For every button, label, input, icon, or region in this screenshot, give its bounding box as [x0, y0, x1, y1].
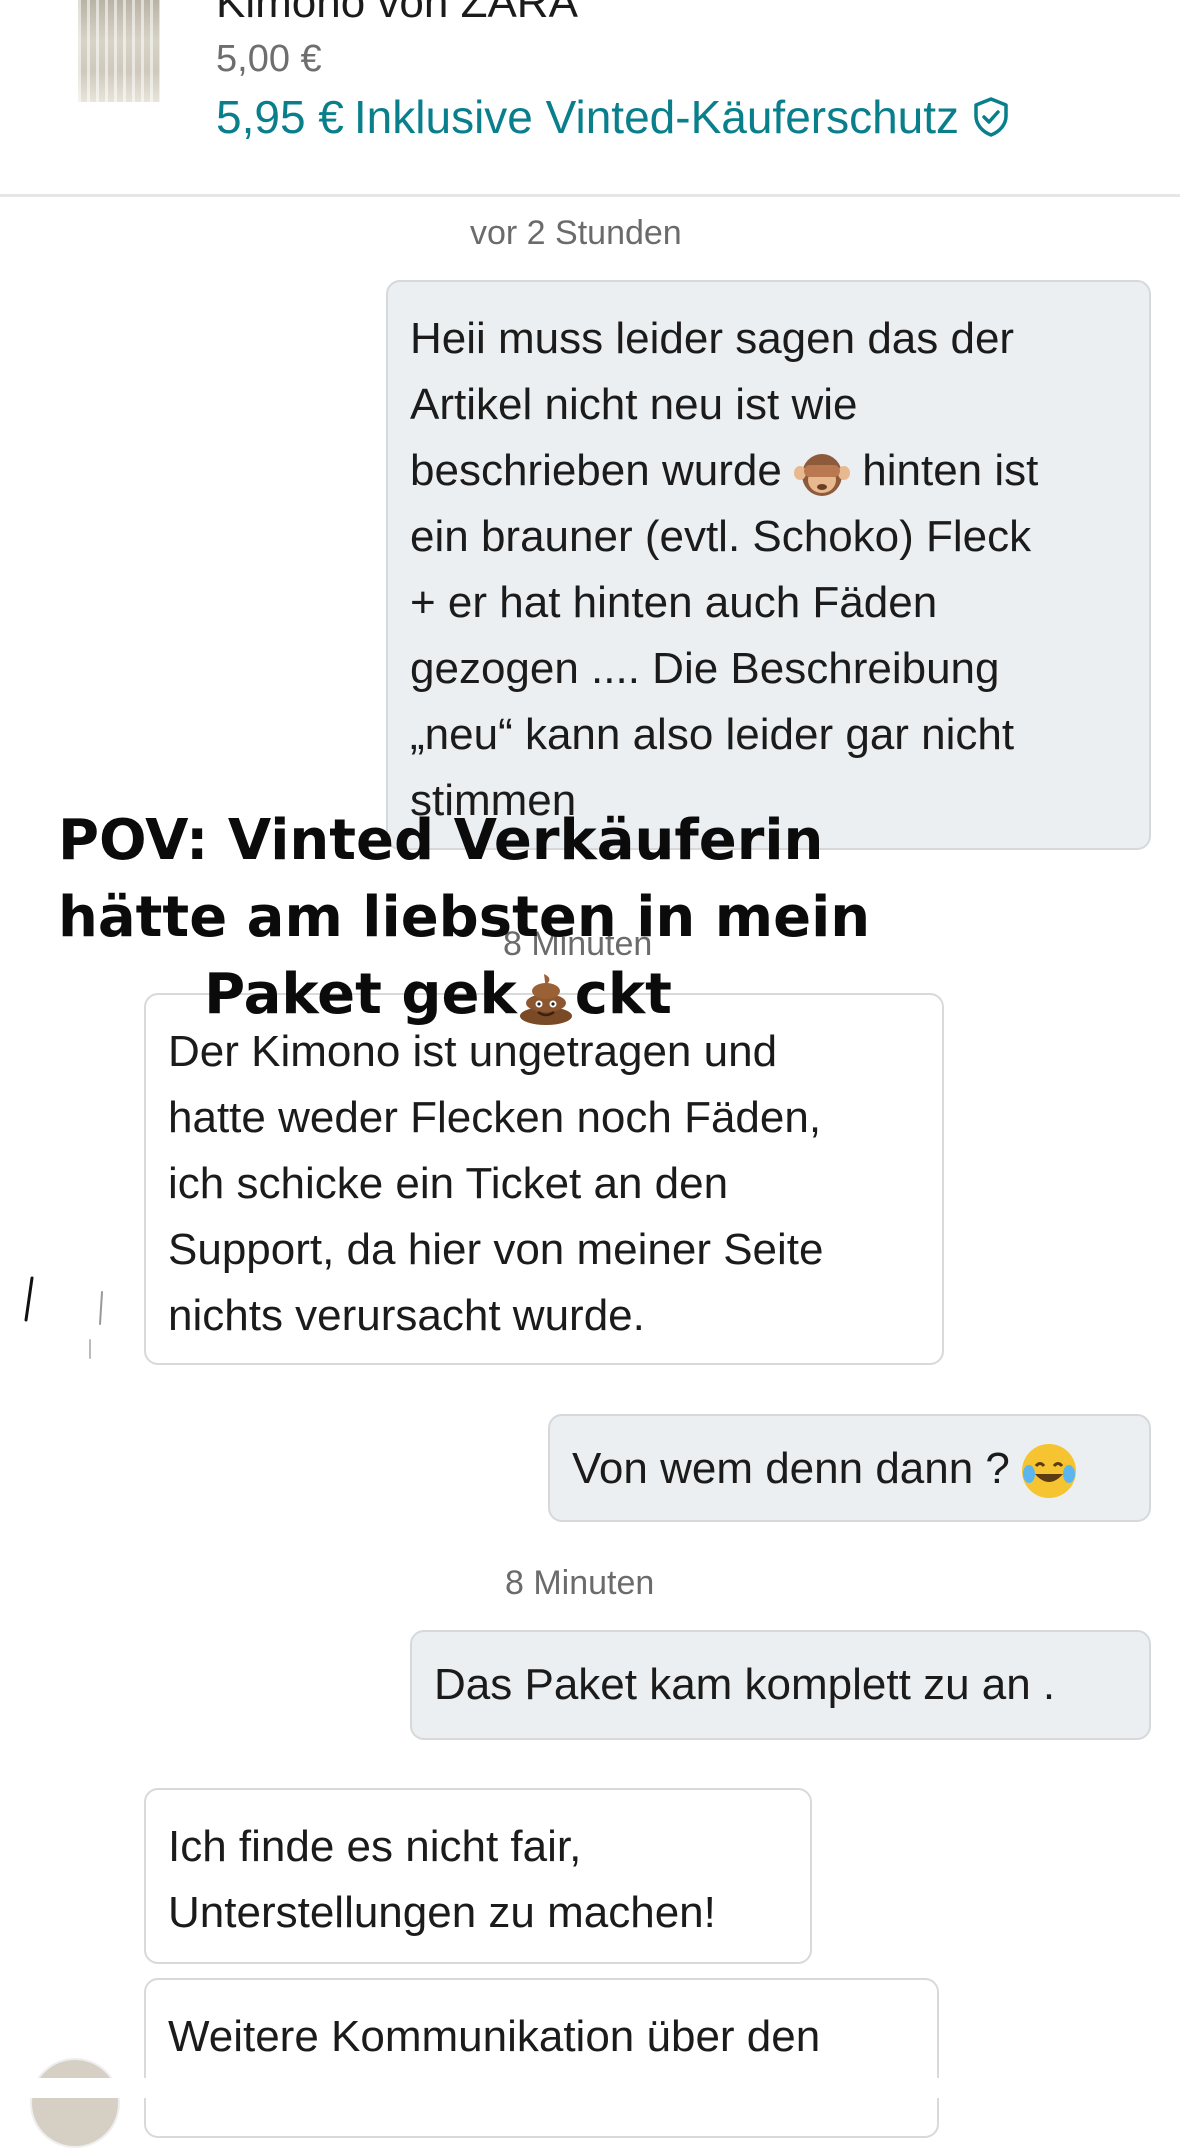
overlay-caption-line-2: hätte am liebsten in mein	[58, 885, 871, 950]
outgoing-message-bubble[interactable]: Heii muss leider sagen das der Artikel n…	[386, 280, 1151, 850]
message-line-with-emoji: beschrieben wurde hinten ist	[410, 438, 1127, 504]
buyer-protection-label: Inklusive Vinted-Käuferschutz	[353, 91, 960, 143]
item-total-with-protection: 5,95 € Inklusive Vinted-Käuferschutz	[216, 90, 1013, 144]
message-line: Support, da hier von meiner Seite	[168, 1225, 824, 1274]
message-text: beschrieben wurde	[410, 446, 782, 495]
item-header[interactable]: Kimono von ZARA 5,00 € 5,95 € Inklusive …	[0, 0, 1180, 197]
item-price: 5,00 €	[216, 38, 322, 80]
message-line: Das Paket kam komplett zu an .	[434, 1660, 1056, 1709]
message-line: Artikel nicht neu ist wie	[410, 380, 858, 429]
avatar[interactable]	[30, 2058, 120, 2148]
pile-of-poo-emoji	[517, 970, 575, 1026]
message-line: gezogen .... Die Beschreibung	[410, 644, 1000, 693]
shield-check-icon[interactable]	[969, 95, 1013, 139]
message-line: Ich finde es nicht fair,	[168, 1822, 582, 1871]
message-line: Weitere Kommunikation über den	[168, 2012, 821, 2061]
outgoing-message-bubble[interactable]: Das Paket kam komplett zu an .	[410, 1630, 1151, 1740]
see-no-evil-monkey-emoji	[794, 447, 851, 499]
overlay-caption-line-1: POV: Vinted Verkäuferin	[58, 808, 824, 873]
message-line: hatte weder Flecken noch Fäden,	[168, 1093, 822, 1142]
message-line: Unterstellungen zu machen!	[168, 1888, 716, 1937]
message-line: nichts verursacht wurde.	[168, 1291, 645, 1340]
scribble-mark	[18, 1270, 108, 1365]
overlay-caption-text: Paket gek	[204, 962, 517, 1027]
overlay-caption-text: ckt	[574, 962, 672, 1027]
overlay-caption-line-3: Paket gek ckt	[58, 962, 818, 1027]
incoming-message-bubble[interactable]: Ich finde es nicht fair, Unterstellungen…	[144, 1788, 812, 1964]
item-thumbnail[interactable]	[78, 0, 160, 102]
message-line: ich schicke ein Ticket an den	[168, 1159, 729, 1208]
incoming-message-bubble[interactable]: Der Kimono ist ungetragen und hatte wede…	[144, 993, 944, 1365]
tears-of-joy-emoji	[1022, 1444, 1077, 1499]
message-line: Heii muss leider sagen das der	[410, 314, 1015, 363]
message-text: Von wem denn dann ?	[572, 1444, 1010, 1493]
message-line-with-emoji: Von wem denn dann ?	[572, 1436, 1127, 1502]
outgoing-message-bubble[interactable]: Von wem denn dann ?	[548, 1414, 1151, 1522]
message-timestamp: 8 Minuten	[505, 1564, 655, 1602]
item-title: Kimono von ZARA	[216, 0, 578, 27]
incoming-message-bubble[interactable]: Weitere Kommunikation über den	[144, 1978, 939, 2138]
message-timestamp: vor 2 Stunden	[470, 214, 682, 252]
message-text: hinten ist	[862, 446, 1039, 495]
message-line: ein brauner (evtl. Schoko) Fleck	[410, 512, 1032, 561]
message-line: + er hat hinten auch Fäden	[410, 578, 938, 627]
message-line: „neu“ kann also leider gar nicht	[410, 710, 1015, 759]
item-total-price: 5,95 €	[216, 91, 344, 143]
bottom-edge	[0, 2078, 1180, 2098]
message-line: Der Kimono ist ungetragen und	[168, 1027, 778, 1076]
